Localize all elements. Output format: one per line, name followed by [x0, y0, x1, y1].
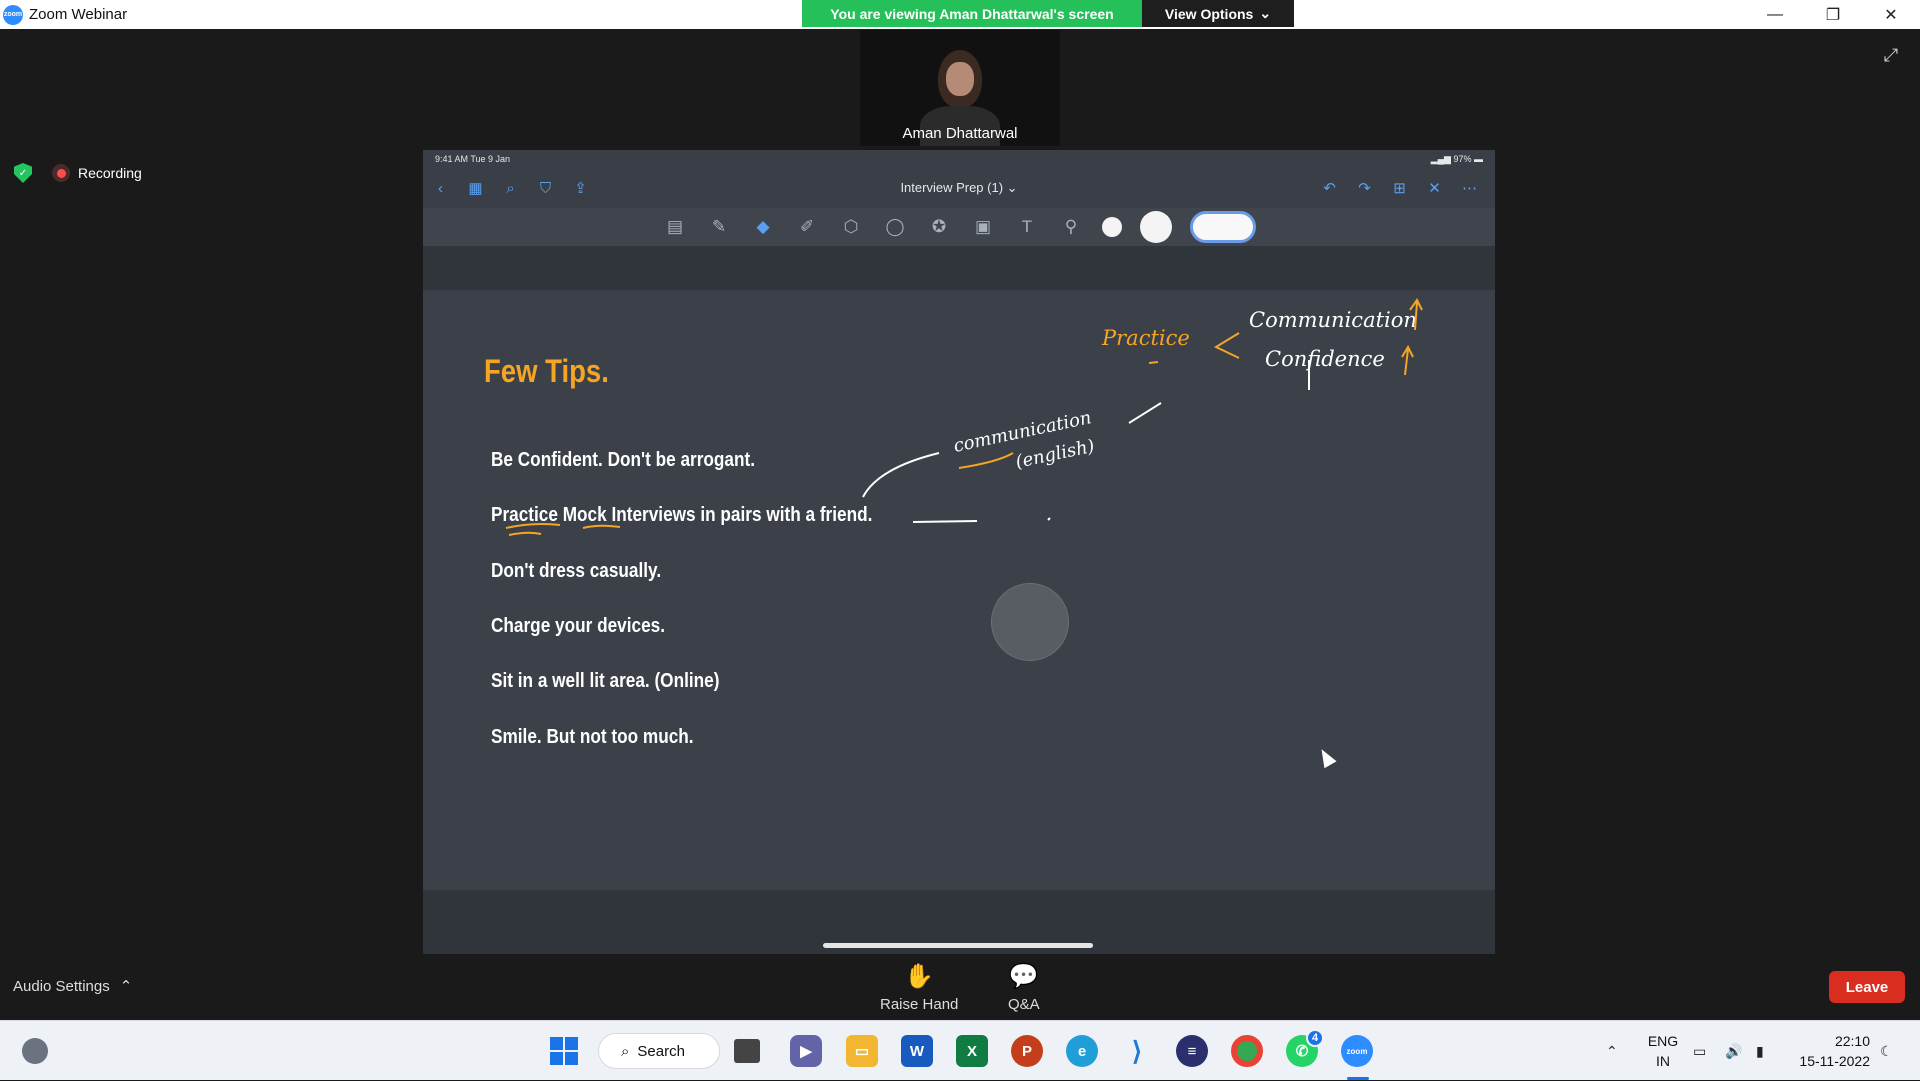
share-banner: You are viewing Aman Dhattarwal's screen…: [802, 0, 1294, 27]
weather-widget-icon[interactable]: [22, 1038, 48, 1064]
raise-hand-button[interactable]: ✋ Raise Hand: [880, 962, 958, 1013]
edge-icon[interactable]: e: [1066, 1035, 1098, 1067]
presenter-face: [946, 62, 974, 96]
lang-top: ENG: [1647, 1033, 1679, 1049]
powerpoint-icon[interactable]: P: [1011, 1035, 1043, 1067]
windows-logo-quad: [550, 1052, 563, 1065]
chevron-down-icon: ⌄: [1259, 5, 1272, 21]
focus-assist-icon[interactable]: ☾: [1880, 1021, 1893, 1081]
zoom-logo-icon: zoom: [3, 4, 23, 25]
shield-check-icon[interactable]: ✓: [14, 163, 32, 183]
recording-label: Recording: [78, 165, 142, 181]
handwriting-practice: Practice: [1101, 326, 1190, 350]
handwriting-annotations: communication (english) Practice Communi…: [505, 298, 1423, 536]
window-title: Zoom Webinar: [29, 6, 128, 23]
clock[interactable]: 22:10 15-11-2022: [1790, 1031, 1870, 1071]
language-indicator[interactable]: ENG IN: [1643, 1031, 1683, 1071]
excel-icon[interactable]: X: [956, 1035, 988, 1067]
view-options-label: View Options: [1164, 5, 1254, 22]
start-button[interactable]: [550, 1037, 578, 1065]
vscode-icon[interactable]: ⟩: [1121, 1035, 1153, 1067]
handwriting-confidence: Confidence: [1265, 347, 1385, 371]
restore-button[interactable]: ❐: [1804, 0, 1862, 29]
chat-bubbles-icon: 💬: [1008, 963, 1039, 990]
view-options-button[interactable]: View Options ⌄: [1142, 0, 1294, 27]
zoom-icon[interactable]: zoom: [1341, 1035, 1373, 1067]
lang-bottom: IN: [1656, 1053, 1670, 1069]
search-label: Search: [637, 1042, 685, 1060]
viewing-screen-label: You are viewing Aman Dhattarwal's screen: [802, 0, 1142, 27]
chevron-up-icon: ⌃: [119, 978, 133, 995]
volume-icon[interactable]: 🔊: [1725, 1021, 1742, 1081]
audio-settings-button[interactable]: Audio Settings ⌃: [13, 977, 133, 996]
clock-time: 22:10: [1834, 1033, 1870, 1049]
window-controls: — ❐ ✕: [1746, 0, 1920, 29]
battery-icon[interactable]: ▮: [1756, 1021, 1764, 1081]
audio-settings-label: Audio Settings: [13, 977, 110, 995]
taskbar-search[interactable]: ⌕ Search: [598, 1033, 720, 1069]
chrome-icon[interactable]: [1231, 1035, 1263, 1067]
title-bar: zoom Zoom Webinar You are viewing Aman D…: [0, 0, 1920, 29]
shared-screen: 9:41 AM Tue 9 Jan ▂▄▆ 97% ▬ ‹ ▦ ⌕ ⛉ ⇪ In…: [423, 150, 1495, 954]
eclipse-icon[interactable]: ≡: [1176, 1035, 1208, 1067]
qa-button[interactable]: 💬 Q&A: [1008, 962, 1040, 1013]
recording-indicator: ✓ Recording: [14, 163, 142, 183]
whatsapp-icon[interactable]: ✆ 4: [1286, 1029, 1324, 1067]
qa-label: Q&A: [1008, 996, 1040, 1013]
minimize-button[interactable]: —: [1746, 0, 1804, 29]
fullscreen-icon[interactable]: ⤢: [1880, 44, 1902, 66]
word-icon[interactable]: W: [901, 1035, 933, 1067]
taskbar: ⌕ Search ▶ ▭ W X P e ⟩ ≡ ✆ 4 zoom ⌃ ENG …: [0, 1020, 1920, 1080]
hand-icon: ✋: [904, 963, 935, 990]
teams-chat-icon[interactable]: ▶: [790, 1035, 822, 1067]
handwriting-communication-top: Communication: [1249, 308, 1417, 332]
file-explorer-icon[interactable]: ▭: [846, 1035, 878, 1067]
clock-date: 15-11-2022: [1799, 1053, 1870, 1069]
home-indicator: [823, 943, 1093, 948]
raise-hand-label: Raise Hand: [880, 996, 959, 1013]
presenter-video[interactable]: Aman Dhattarwal: [860, 30, 1060, 146]
presenter-name: Aman Dhattarwal: [902, 125, 1018, 142]
windows-logo-quad: [565, 1052, 578, 1065]
search-icon: ⌕: [621, 1042, 630, 1060]
leave-button[interactable]: Leave: [1829, 971, 1905, 1003]
windows-logo-quad: [565, 1037, 578, 1050]
network-icon[interactable]: ▭: [1693, 1021, 1706, 1081]
task-view-icon[interactable]: [734, 1039, 760, 1063]
windows-logo-quad: [550, 1037, 563, 1050]
record-icon: [52, 164, 70, 182]
notification-badge: 4: [1306, 1029, 1324, 1047]
show-hidden-icons[interactable]: ⌃: [1606, 1021, 1618, 1081]
close-button[interactable]: ✕: [1862, 0, 1920, 29]
